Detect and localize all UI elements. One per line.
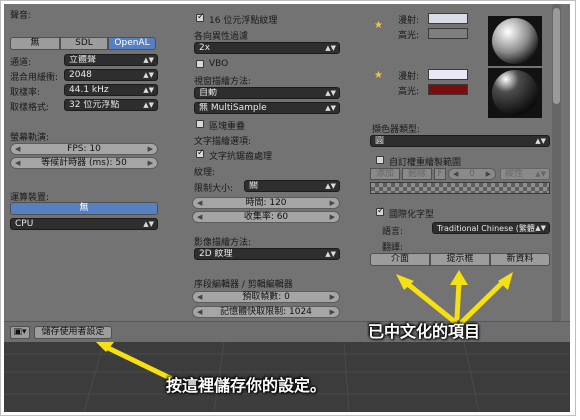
localized-items-annotation: 已中文化的項目 bbox=[368, 322, 481, 341]
annotation-arrows bbox=[96, 270, 513, 381]
save-hint-annotation: 按這裡儲存你的設定。 bbox=[166, 376, 327, 395]
